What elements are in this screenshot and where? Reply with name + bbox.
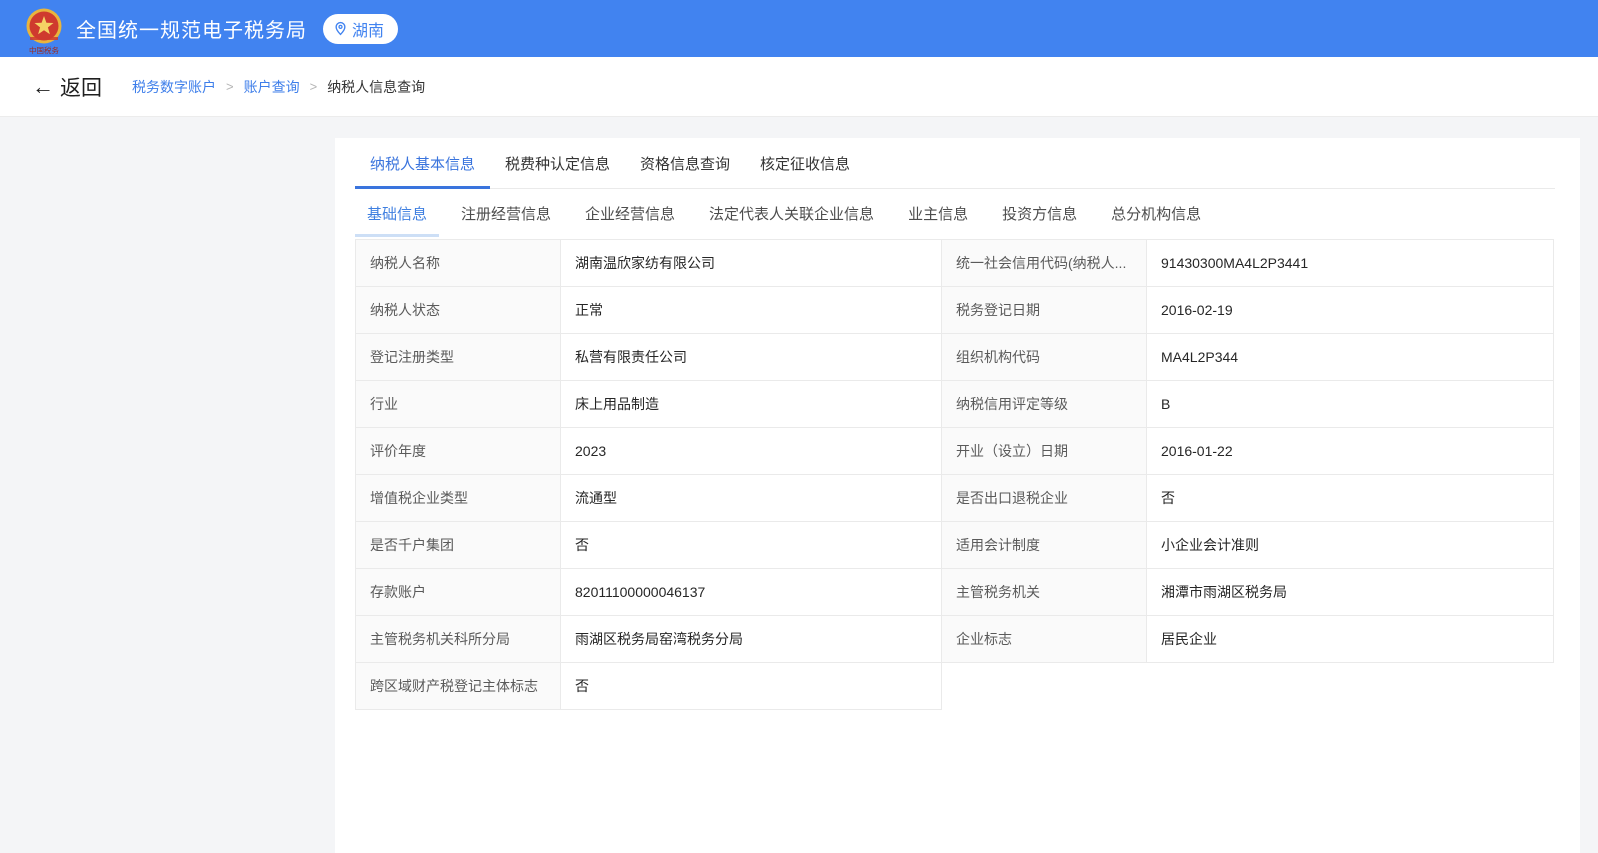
field-value: 私营有限责任公司 <box>561 334 942 381</box>
table-row: 存款账户82011100000046137主管税务机关湘潭市雨湖区税务局 <box>356 569 1554 616</box>
breadcrumb: 税务数字账户 > 账户查询 > 纳税人信息查询 <box>132 77 425 97</box>
table-row: 评价年度2023开业（设立）日期2016-01-22 <box>356 428 1554 475</box>
info-table: 纳税人名称湖南温欣家纺有限公司统一社会信用代码(纳税人...91430300MA… <box>355 239 1554 710</box>
field-label: 存款账户 <box>356 569 561 616</box>
field-label: 增值税企业类型 <box>356 475 561 522</box>
field-label: 企业标志 <box>942 616 1147 663</box>
location-badge[interactable]: 湖南 <box>323 14 398 44</box>
field-value: 2016-02-19 <box>1147 287 1554 334</box>
back-arrow-icon: ← <box>32 76 54 98</box>
field-label: 组织机构代码 <box>942 334 1147 381</box>
sub-tab-3[interactable]: 企业经营信息 <box>573 189 687 237</box>
field-label: 跨区域财产税登记主体标志 <box>356 663 561 710</box>
field-value: 小企业会计准则 <box>1147 522 1554 569</box>
content-card: 纳税人基本信息税费种认定信息资格信息查询核定征收信息 基础信息注册经营信息企业经… <box>335 138 1580 853</box>
field-label: 纳税人状态 <box>356 287 561 334</box>
field-value: 否 <box>1147 475 1554 522</box>
sub-tab-2[interactable]: 注册经营信息 <box>449 189 563 237</box>
main-tabs: 纳税人基本信息税费种认定信息资格信息查询核定征收信息 <box>355 138 1555 189</box>
field-value: 流通型 <box>561 475 942 522</box>
field-label: 主管税务机关 <box>942 569 1147 616</box>
table-row: 行业床上用品制造纳税信用评定等级B <box>356 381 1554 428</box>
field-value: 湖南温欣家纺有限公司 <box>561 240 942 287</box>
field-label: 是否出口退税企业 <box>942 475 1147 522</box>
sub-tab-7[interactable]: 总分机构信息 <box>1099 189 1213 237</box>
table-row: 主管税务机关科所分局雨湖区税务局窑湾税务分局企业标志居民企业 <box>356 616 1554 663</box>
breadcrumb-bar: ← 返回 税务数字账户 > 账户查询 > 纳税人信息查询 <box>0 57 1598 117</box>
main-tab-2[interactable]: 税费种认定信息 <box>490 138 625 189</box>
breadcrumb-link-digital-account[interactable]: 税务数字账户 <box>132 77 216 97</box>
logo-caption: 中国税务 <box>29 45 59 55</box>
field-value: 床上用品制造 <box>561 381 942 428</box>
field-label: 纳税人名称 <box>356 240 561 287</box>
main-tab-4[interactable]: 核定征收信息 <box>745 138 865 189</box>
breadcrumb-separator: > <box>310 79 318 94</box>
field-label: 行业 <box>356 381 561 428</box>
breadcrumb-separator: > <box>226 79 234 94</box>
table-row: 纳税人名称湖南温欣家纺有限公司统一社会信用代码(纳税人...91430300MA… <box>356 240 1554 287</box>
sub-tab-1[interactable]: 基础信息 <box>355 189 439 237</box>
back-label: 返回 <box>60 72 102 102</box>
field-value: 否 <box>561 663 942 710</box>
field-value: 湘潭市雨湖区税务局 <box>1147 569 1554 616</box>
field-value: 82011100000046137 <box>561 569 942 616</box>
sub-tab-5[interactable]: 业主信息 <box>896 189 980 237</box>
table-row: 纳税人状态正常税务登记日期2016-02-19 <box>356 287 1554 334</box>
table-row: 登记注册类型私营有限责任公司组织机构代码MA4L2P344 <box>356 334 1554 381</box>
page-title: 全国统一规范电子税务局 <box>76 14 307 43</box>
field-label: 开业（设立）日期 <box>942 428 1147 475</box>
field-label: 是否千户集团 <box>356 522 561 569</box>
field-value: 91430300MA4L2P3441 <box>1147 240 1554 287</box>
back-button[interactable]: ← 返回 <box>32 72 102 102</box>
field-value: MA4L2P344 <box>1147 334 1554 381</box>
main-tab-3[interactable]: 资格信息查询 <box>625 138 745 189</box>
breadcrumb-current: 纳税人信息查询 <box>327 77 425 97</box>
field-label: 税务登记日期 <box>942 287 1147 334</box>
field-value: 2023 <box>561 428 942 475</box>
location-pin-icon <box>333 21 348 36</box>
field-label: 主管税务机关科所分局 <box>356 616 561 663</box>
breadcrumb-link-account-query[interactable]: 账户查询 <box>244 77 300 97</box>
field-value: 雨湖区税务局窑湾税务分局 <box>561 616 942 663</box>
field-value: 否 <box>561 522 942 569</box>
table-row: 跨区域财产税登记主体标志否 <box>356 663 1554 710</box>
field-label: 登记注册类型 <box>356 334 561 381</box>
field-label: 统一社会信用代码(纳税人... <box>942 240 1147 287</box>
location-label: 湖南 <box>352 17 384 41</box>
table-empty-cell <box>942 663 1147 710</box>
main-tab-1[interactable]: 纳税人基本信息 <box>355 138 490 189</box>
field-label: 适用会计制度 <box>942 522 1147 569</box>
sub-tab-6[interactable]: 投资方信息 <box>990 189 1089 237</box>
field-label: 纳税信用评定等级 <box>942 381 1147 428</box>
table-row: 增值税企业类型流通型是否出口退税企业否 <box>356 475 1554 522</box>
field-value: 2016-01-22 <box>1147 428 1554 475</box>
field-value: 居民企业 <box>1147 616 1554 663</box>
table-row: 是否千户集团否适用会计制度小企业会计准则 <box>356 522 1554 569</box>
sub-tab-4[interactable]: 法定代表人关联企业信息 <box>697 189 886 237</box>
tax-bureau-logo: 中国税务 <box>24 7 64 55</box>
sub-tabs: 基础信息注册经营信息企业经营信息法定代表人关联企业信息业主信息投资方信息总分机构… <box>355 189 1580 237</box>
field-value: B <box>1147 381 1554 428</box>
field-label: 评价年度 <box>356 428 561 475</box>
field-value: 正常 <box>561 287 942 334</box>
top-header-bar: 中国税务 全国统一规范电子税务局 湖南 <box>0 0 1598 57</box>
